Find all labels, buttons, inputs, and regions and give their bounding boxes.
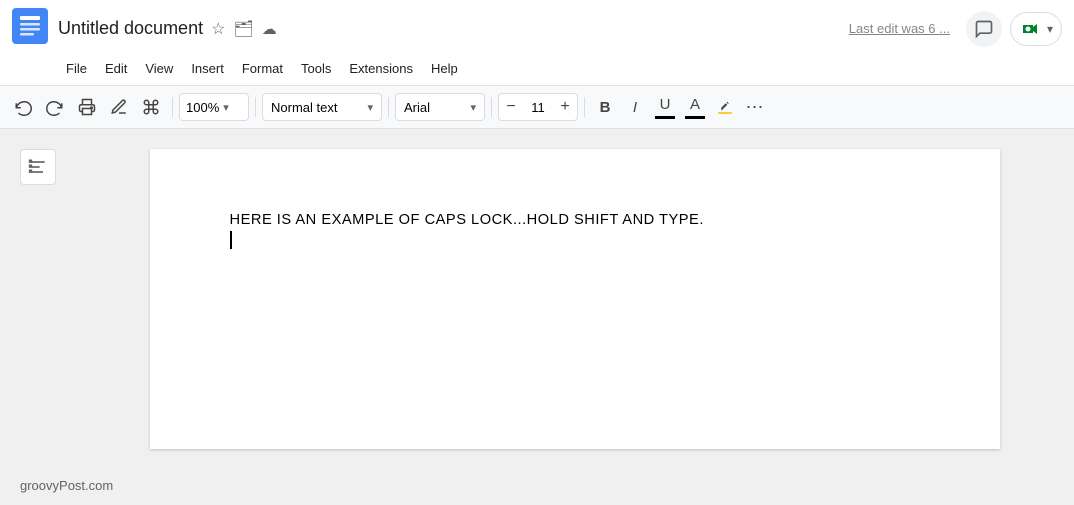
- bold-button[interactable]: B: [591, 93, 619, 121]
- folder-icon[interactable]: 🗂: [233, 19, 253, 39]
- more-options-button[interactable]: ⋯: [741, 93, 769, 121]
- cloud-icon[interactable]: ☁: [262, 20, 277, 38]
- style-chevron: ▾: [367, 101, 373, 114]
- menu-help[interactable]: Help: [423, 57, 466, 80]
- menu-edit[interactable]: Edit: [97, 57, 135, 80]
- underline-button[interactable]: U: [651, 93, 679, 121]
- zoom-selector[interactable]: 100% ▾: [179, 93, 249, 121]
- divider-2: [255, 97, 256, 117]
- main-area: HERE IS AN EXAMPLE OF CAPS LOCK...HOLD S…: [0, 129, 1074, 505]
- doc-area: HERE IS AN EXAMPLE OF CAPS LOCK...HOLD S…: [75, 129, 1074, 505]
- toolbar: 100% ▾ Normal text ▾ Arial ▾ − + B I U A…: [0, 85, 1074, 129]
- text-cursor: [230, 231, 232, 249]
- meet-icon: ▾: [1047, 22, 1053, 36]
- divider-5: [584, 97, 585, 117]
- highlight-button[interactable]: [711, 93, 739, 121]
- font-size-area: − +: [498, 93, 578, 121]
- print-button[interactable]: [72, 92, 102, 122]
- doc-title[interactable]: Untitled document: [58, 18, 203, 39]
- divider-1: [172, 97, 173, 117]
- menu-extensions[interactable]: Extensions: [341, 57, 421, 80]
- menu-format[interactable]: Format: [234, 57, 291, 80]
- doc-content: HERE IS AN EXAMPLE OF CAPS LOCK...HOLD S…: [230, 209, 920, 249]
- style-selector[interactable]: Normal text ▾: [262, 93, 382, 121]
- app-logo: [12, 8, 48, 49]
- menu-file[interactable]: File: [58, 57, 95, 80]
- outline-button[interactable]: [20, 149, 56, 185]
- menu-view[interactable]: View: [137, 57, 181, 80]
- star-icon[interactable]: ☆: [211, 19, 225, 39]
- menu-bar: File Edit View Insert Format Tools Exten…: [0, 53, 1074, 85]
- doc-line-1: HERE IS AN EXAMPLE OF CAPS LOCK...HOLD S…: [230, 209, 920, 231]
- sidebar-left: [0, 129, 75, 505]
- paint-format-button[interactable]: [136, 92, 166, 122]
- last-edit-label[interactable]: Last edit was 6 ...: [849, 21, 950, 36]
- comments-button[interactable]: [966, 11, 1002, 47]
- divider-4: [491, 97, 492, 117]
- watermark: groovyPost.com: [20, 478, 113, 493]
- font-size-input[interactable]: [523, 100, 553, 115]
- spellcheck-button[interactable]: [104, 92, 134, 122]
- doc-page[interactable]: HERE IS AN EXAMPLE OF CAPS LOCK...HOLD S…: [150, 149, 1000, 449]
- text-color-button[interactable]: A: [681, 93, 709, 121]
- zoom-chevron: ▾: [223, 101, 229, 114]
- font-chevron: ▾: [470, 101, 476, 114]
- font-size-increase[interactable]: +: [553, 93, 577, 121]
- menu-insert[interactable]: Insert: [183, 57, 232, 80]
- divider-3: [388, 97, 389, 117]
- redo-button[interactable]: [40, 92, 70, 122]
- italic-button[interactable]: I: [621, 93, 649, 121]
- menu-tools[interactable]: Tools: [293, 57, 339, 80]
- undo-button[interactable]: [8, 92, 38, 122]
- cursor-line: [230, 231, 920, 249]
- font-selector[interactable]: Arial ▾: [395, 93, 485, 121]
- meet-button[interactable]: ▾: [1010, 12, 1062, 46]
- font-size-decrease[interactable]: −: [499, 93, 523, 121]
